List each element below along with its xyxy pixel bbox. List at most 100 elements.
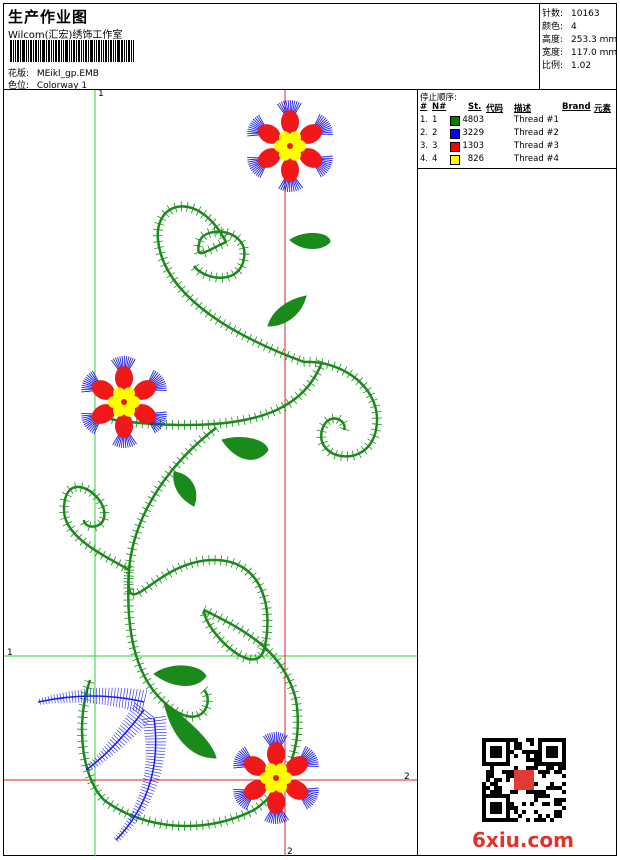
qr-module bbox=[498, 778, 502, 782]
vine-left-spiral bbox=[62, 485, 130, 572]
flower-center-core bbox=[287, 143, 293, 149]
qr-module bbox=[490, 770, 494, 774]
stat-label: 颜色: bbox=[542, 22, 564, 32]
qr-module bbox=[554, 810, 558, 814]
barcode-bar bbox=[117, 40, 120, 62]
qr-module bbox=[562, 766, 566, 770]
guide-marker-1-top: 1 bbox=[98, 90, 104, 99]
barcode-bar bbox=[105, 40, 107, 62]
qr-module bbox=[514, 746, 518, 750]
barcode-bar bbox=[42, 40, 45, 62]
qr-module bbox=[558, 802, 562, 806]
barcode-bar bbox=[90, 40, 93, 62]
barcode-bar bbox=[63, 40, 64, 62]
qr-module bbox=[534, 798, 538, 802]
stat-stitches: 针数: 10163 bbox=[542, 6, 600, 19]
qr-module bbox=[510, 770, 514, 774]
flower-petal bbox=[115, 414, 133, 438]
qr-module bbox=[518, 814, 522, 818]
stat-label: 针数: bbox=[542, 9, 564, 19]
qr-module bbox=[506, 770, 510, 774]
col-header-brand: Brand bbox=[562, 102, 591, 112]
qr-module bbox=[486, 778, 490, 782]
qr-module bbox=[482, 782, 486, 786]
thread-row: 2. 2 3229 Thread #2 bbox=[420, 128, 614, 140]
flower-center-core bbox=[273, 775, 279, 781]
barcode-bar bbox=[15, 40, 16, 62]
thread-row-desc: Thread #1 bbox=[514, 115, 559, 125]
flower-petal bbox=[267, 790, 285, 814]
barcode-bar bbox=[96, 40, 97, 62]
qr-module bbox=[526, 750, 530, 754]
barcode-bar bbox=[83, 40, 84, 62]
flower-petal bbox=[115, 366, 133, 390]
qr-module bbox=[558, 770, 562, 774]
qr-module bbox=[510, 738, 514, 742]
qr-module bbox=[558, 786, 562, 790]
barcode-bar bbox=[48, 40, 50, 62]
qr-module bbox=[554, 814, 558, 818]
qr-module bbox=[526, 766, 530, 770]
flower-center-core bbox=[121, 399, 127, 405]
qr-module bbox=[514, 766, 518, 770]
qr-module bbox=[542, 770, 546, 774]
qr-module bbox=[510, 818, 514, 822]
qr-module bbox=[554, 786, 558, 790]
stat-label: 宽度: bbox=[542, 48, 564, 58]
barcode-bar bbox=[55, 40, 57, 62]
barcode-bar bbox=[108, 40, 109, 62]
flower-petal bbox=[267, 742, 285, 766]
watermark: 6xiu.com bbox=[472, 828, 574, 852]
qr-module bbox=[486, 786, 490, 790]
qr-module bbox=[558, 798, 562, 802]
qr-module bbox=[538, 794, 542, 798]
qr-module bbox=[546, 802, 550, 806]
thread-row-num: 1. bbox=[420, 115, 429, 125]
qr-module bbox=[510, 774, 514, 778]
qr-module bbox=[490, 790, 494, 794]
thread-row-desc: Thread #2 bbox=[514, 128, 559, 138]
qr-module bbox=[538, 814, 542, 818]
thread-row-num: 2. bbox=[420, 128, 429, 138]
flower-top bbox=[247, 99, 333, 193]
qr-module bbox=[530, 790, 534, 794]
qr-module bbox=[546, 786, 550, 790]
thread-row-n: 2 bbox=[432, 128, 438, 138]
qr-module bbox=[514, 754, 518, 758]
stat-width: 宽度: 117.0 mm bbox=[542, 45, 617, 58]
qr-module bbox=[534, 766, 538, 770]
qr-module bbox=[514, 818, 518, 822]
barcode-bar bbox=[53, 40, 54, 62]
qr-module bbox=[530, 742, 534, 746]
stat-height: 高度: 253.3 mm bbox=[542, 32, 617, 45]
thread-row-stitches: 826 bbox=[467, 154, 484, 164]
barcode-bar bbox=[71, 40, 72, 62]
qr-module bbox=[550, 782, 554, 786]
barcode-bar bbox=[30, 40, 32, 62]
qr-module bbox=[522, 810, 526, 814]
barcode-bar bbox=[46, 40, 47, 62]
qr-logo bbox=[514, 770, 534, 790]
qr-module bbox=[494, 786, 498, 790]
qr-module bbox=[490, 774, 494, 778]
thread-row-stitches: 1303 bbox=[462, 141, 484, 151]
barcode-bar bbox=[69, 40, 70, 62]
barcode-bar bbox=[51, 40, 52, 62]
qr-module bbox=[526, 738, 530, 742]
company-name: Wilcom(汇宏)绣饰工作室 bbox=[8, 30, 123, 41]
stat-value: 4 bbox=[571, 22, 577, 32]
qr-module bbox=[530, 750, 534, 754]
qr-module bbox=[534, 762, 538, 766]
barcode-bar bbox=[17, 40, 19, 62]
leaf-3 bbox=[221, 437, 269, 460]
qr-module bbox=[554, 798, 558, 802]
header-left: 生产作业图 Wilcom(汇宏)绣饰工作室 花版: MEikl_gp.EMB 色… bbox=[4, 4, 540, 91]
qr-module bbox=[562, 782, 566, 786]
qr-module bbox=[538, 790, 542, 794]
qr-module bbox=[486, 770, 490, 774]
qr-module bbox=[530, 738, 534, 742]
qr-module bbox=[550, 786, 554, 790]
barcode-bar bbox=[28, 40, 29, 62]
qr-module bbox=[562, 806, 566, 810]
qr-module bbox=[498, 790, 502, 794]
